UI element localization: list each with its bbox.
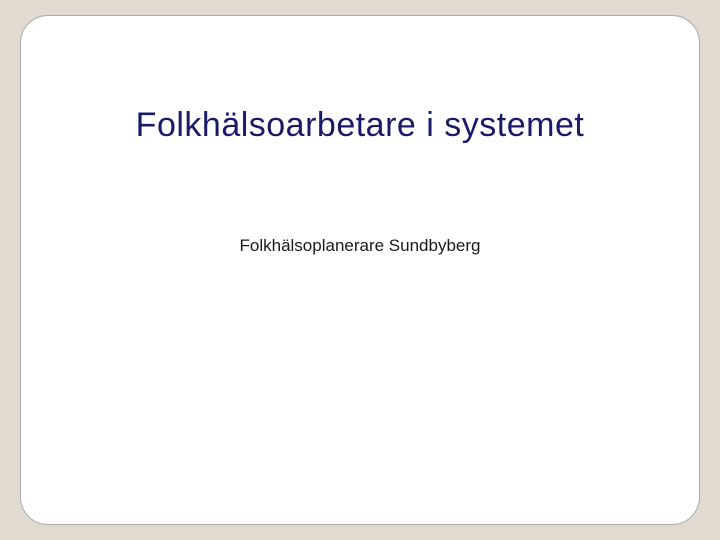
slide-card: Folkhälsoarbetare i systemet Folkhälsopl… bbox=[20, 15, 700, 525]
slide-subtitle: Folkhälsoplanerare Sundbyberg bbox=[21, 236, 699, 256]
slide-title: Folkhälsoarbetare i systemet bbox=[21, 106, 699, 145]
